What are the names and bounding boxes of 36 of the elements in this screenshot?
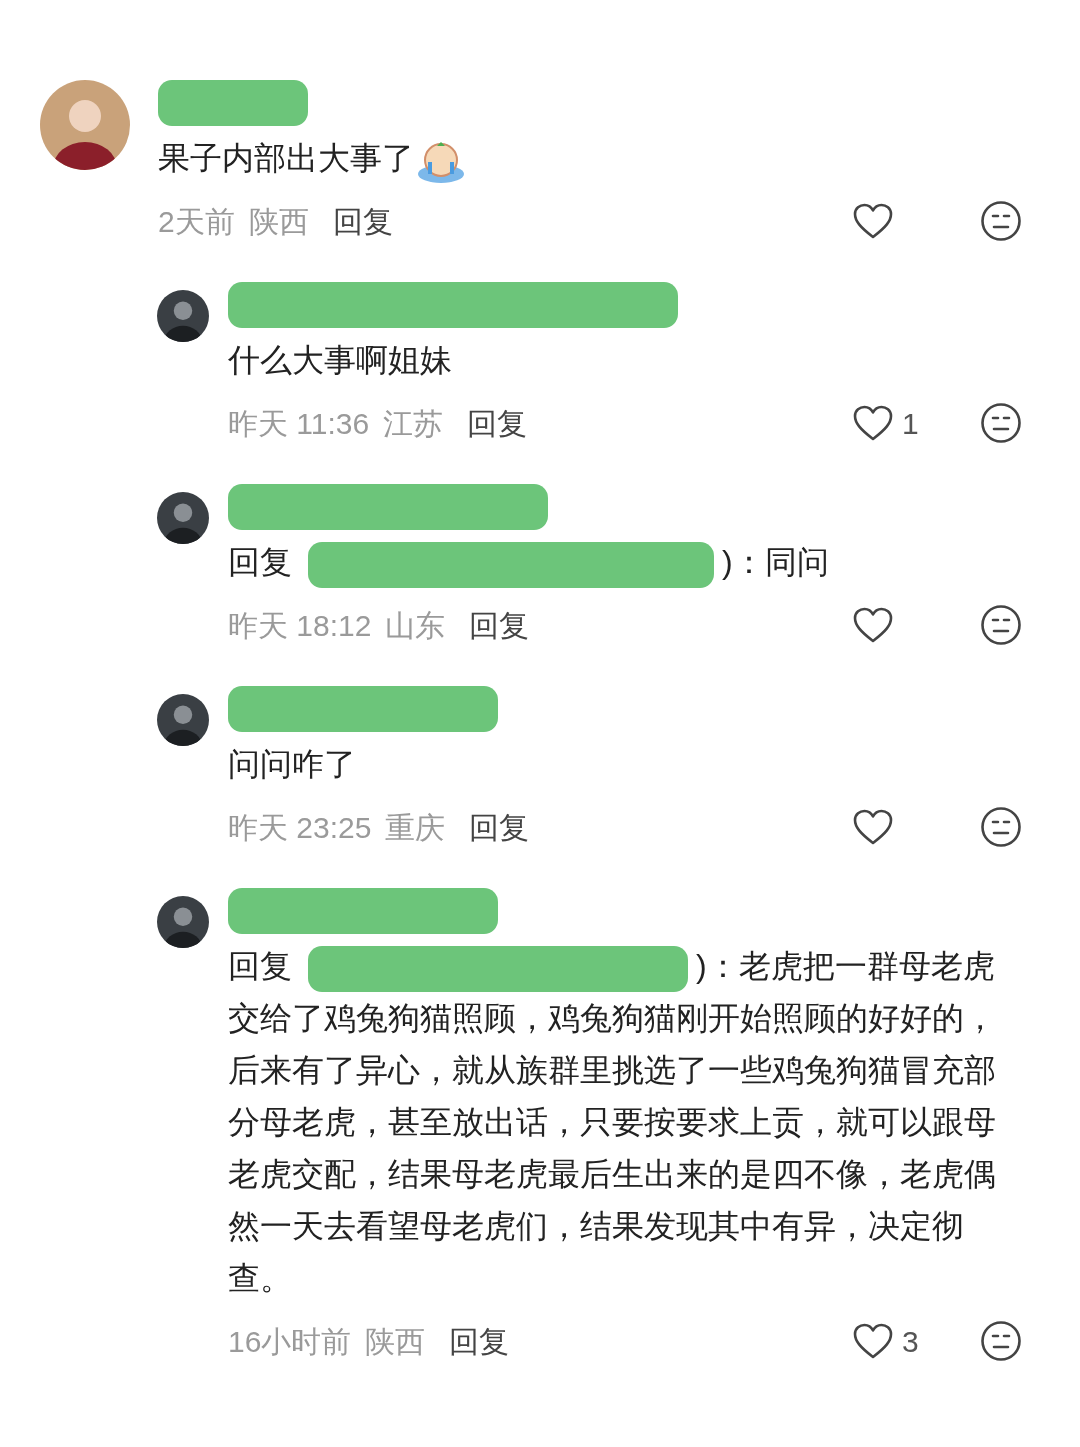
heart-icon[interactable] bbox=[852, 606, 894, 644]
reply-link[interactable]: 回复 bbox=[469, 804, 530, 850]
timestamp: 昨天 18:12 bbox=[228, 607, 372, 644]
comment-text: 果子内部出大事了 bbox=[158, 132, 1022, 184]
avatar[interactable] bbox=[157, 896, 209, 948]
avatar[interactable] bbox=[157, 694, 209, 746]
reply-link[interactable]: 回复 bbox=[467, 400, 528, 446]
location-label: 山东 bbox=[385, 607, 446, 644]
timestamp: 昨天 11:36 bbox=[228, 405, 370, 442]
comment-text: 什么大事啊姐妹 bbox=[228, 341, 453, 380]
reply-link[interactable]: 回复 bbox=[332, 198, 393, 244]
avatar[interactable] bbox=[157, 492, 209, 544]
like-count: 3 bbox=[902, 1323, 919, 1360]
reply-link[interactable]: 回复 bbox=[449, 1318, 510, 1364]
like-count: 1 bbox=[902, 405, 919, 442]
heart-icon[interactable] bbox=[852, 1322, 894, 1360]
timestamp: 2天前 bbox=[158, 203, 235, 240]
timestamp: 昨天 23:25 bbox=[228, 809, 372, 846]
reply-link[interactable]: 回复 bbox=[469, 602, 530, 648]
heart-icon[interactable] bbox=[852, 808, 894, 846]
neutral-face-icon[interactable] bbox=[980, 402, 1022, 444]
location-label: 陕西 bbox=[248, 203, 309, 240]
timestamp: 16小时前 bbox=[228, 1323, 352, 1360]
location-label: 江苏 bbox=[383, 405, 444, 442]
avatar[interactable] bbox=[157, 290, 209, 342]
neutral-face-icon[interactable] bbox=[980, 604, 1022, 646]
neutral-face-icon[interactable] bbox=[980, 1320, 1022, 1362]
comment-text: 问问咋了 bbox=[228, 745, 357, 784]
heart-icon[interactable] bbox=[852, 404, 894, 442]
comment-text: 回复 )：老虎把一群母老虎交给了鸡兔狗猫照顾，鸡兔狗猫刚开始照顾的好好的，后来有了异心，就从族群里挑选了一些鸡兔狗猫冒充部分母老虎，甚至放出话，只要按要求上贡，就可以跟母老虎交配，结果母老虎最后生出来的是四不像，老虎偶然一天去看望母老虎们，结果发现其中有异，决定彻查。 bbox=[228, 940, 1022, 1304]
comment-text: 回复 )：同问 bbox=[228, 536, 1022, 588]
heart-icon[interactable] bbox=[852, 202, 894, 240]
location-label: 陕西 bbox=[365, 1323, 426, 1360]
neutral-face-icon[interactable] bbox=[980, 200, 1022, 242]
neutral-face-icon[interactable] bbox=[980, 806, 1022, 848]
location-label: 重庆 bbox=[385, 809, 446, 846]
